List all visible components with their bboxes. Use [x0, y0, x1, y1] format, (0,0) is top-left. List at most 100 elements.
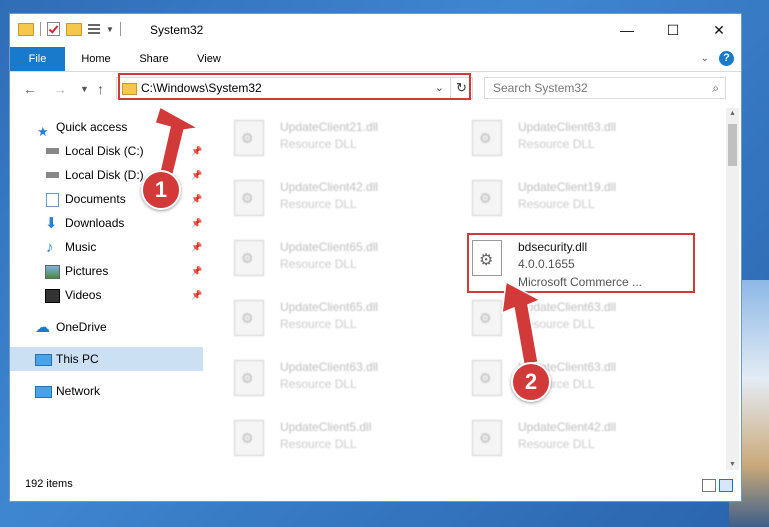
file-type: Resource DLL [280, 137, 357, 151]
file-highlight-box [467, 233, 695, 293]
pin-icon[interactable]: 📌 [191, 187, 202, 211]
maximize-button[interactable]: ☐ [650, 14, 696, 47]
file-name: UpdateClient63.dll [518, 120, 617, 134]
file-name: UpdateClient42.dll [518, 420, 617, 434]
sidebar-item-quick-access[interactable]: ★ Quick access [10, 115, 203, 139]
list-item[interactable]: UpdateClient63.dll Resource DLL [444, 114, 664, 162]
tab-home[interactable]: Home [70, 47, 122, 71]
drive-icon [46, 148, 59, 154]
pin-icon[interactable]: 📌 [191, 211, 202, 235]
file-name: UpdateClient63.dll [280, 360, 379, 374]
list-item[interactable]: UpdateClient63.dll Resource DLL [206, 354, 426, 402]
sidebar-item-label: Documents [65, 192, 126, 206]
dll-file-icon [472, 300, 502, 336]
tab-file[interactable]: File [10, 47, 65, 71]
close-button[interactable]: ✕ [696, 14, 742, 47]
file-name: UpdateClient5.dll [280, 420, 372, 434]
file-type: Resource DLL [280, 317, 357, 331]
ribbon-tabs: File Home Share View ⌄ ? [10, 47, 741, 72]
dll-file-icon [234, 420, 264, 456]
properties-check-icon[interactable] [47, 22, 60, 36]
quick-access-toolbar: ▼ [18, 22, 121, 36]
pin-icon[interactable]: 📌 [191, 259, 202, 283]
scroll-down-icon[interactable]: ▼ [726, 461, 739, 468]
pin-icon[interactable]: 📌 [191, 163, 202, 187]
minimize-button[interactable]: — [604, 14, 650, 47]
list-item[interactable]: UpdateClient5.dll Resource DLL [206, 414, 426, 462]
large-icons-view-icon[interactable] [719, 479, 733, 492]
step-1-badge: 1 [141, 170, 181, 210]
dll-file-icon [234, 360, 264, 396]
search-placeholder: Search System32 [493, 81, 588, 95]
divider [40, 22, 41, 36]
item-count: 192 items [25, 478, 73, 490]
dll-file-icon [472, 360, 502, 396]
help-icon[interactable]: ? [719, 51, 734, 66]
scroll-thumb[interactable] [728, 124, 737, 166]
network-icon [35, 386, 52, 398]
sidebar-item-music[interactable]: ♪ Music 📌 [10, 235, 203, 259]
sidebar-item-videos[interactable]: Videos 📌 [10, 283, 203, 307]
file-explorer-window: ▼ System32 — ☐ ✕ File Home Share View ⌄ … [9, 13, 742, 502]
search-icon: ⌕ [712, 81, 719, 95]
file-name: UpdateClient21.dll [280, 120, 379, 134]
sidebar-item-label: Pictures [65, 264, 109, 278]
sidebar-item-downloads[interactable]: ⬇ Downloads 📌 [10, 211, 203, 235]
navigation-pane: ★ Quick access Local Disk (C:) 📌 Local D… [10, 106, 206, 470]
vertical-scrollbar[interactable]: ▲ ▼ [726, 108, 739, 470]
dll-file-icon [234, 180, 264, 216]
list-item[interactable]: UpdateClient63.dll Resource DLL [444, 294, 664, 342]
customize-dropdown-icon[interactable]: ▼ [106, 25, 114, 34]
sidebar-item-local-disk-c[interactable]: Local Disk (C:) 📌 [10, 139, 203, 163]
downloads-icon: ⬇ [45, 215, 58, 232]
drive-icon [46, 172, 59, 178]
step-2-badge: 2 [511, 362, 551, 402]
list-item[interactable]: UpdateClient63.dll Resource DLL [444, 354, 664, 402]
dll-file-icon [234, 300, 264, 336]
sidebar-item-label: This PC [56, 352, 99, 366]
tab-view[interactable]: View [186, 47, 232, 71]
list-item[interactable]: UpdateClient21.dll Resource DLL [206, 114, 426, 162]
file-type: Resource DLL [518, 137, 595, 151]
sidebar-item-network[interactable]: Network [10, 379, 203, 403]
sidebar-item-onedrive[interactable]: ☁ OneDrive [10, 315, 203, 339]
sidebar-item-label: Local Disk (D:) [65, 168, 144, 182]
back-arrow-icon[interactable]: ← [23, 81, 37, 97]
forward-arrow-icon[interactable]: → [53, 81, 67, 97]
cloud-icon: ☁ [35, 319, 50, 336]
file-name: UpdateClient65.dll [280, 300, 379, 314]
sidebar-item-this-pc[interactable]: This PC [10, 347, 203, 371]
sidebar-item-label: Quick access [56, 120, 128, 134]
list-item[interactable]: UpdateClient19.dll Resource DLL [444, 174, 664, 222]
scroll-up-icon[interactable]: ▲ [726, 110, 739, 117]
list-item[interactable]: UpdateClient42.dll Resource DLL [206, 174, 426, 222]
recent-locations-icon[interactable]: ▼ [80, 84, 89, 94]
sidebar-item-pictures[interactable]: Pictures 📌 [10, 259, 203, 283]
file-type: Resource DLL [280, 197, 357, 211]
tab-share[interactable]: Share [129, 47, 179, 71]
chevron-down-icon[interactable]: ⌄ [701, 53, 709, 64]
list-item[interactable]: UpdateClient65.dll Resource DLL [206, 294, 426, 342]
file-type: Resource DLL [280, 257, 357, 271]
pin-icon[interactable]: 📌 [191, 139, 202, 163]
search-input[interactable]: Search System32 ⌕ [484, 77, 726, 99]
sidebar-item-label: OneDrive [56, 320, 107, 334]
star-icon: ★ [37, 124, 49, 139]
file-type: Resource DLL [518, 197, 595, 211]
address-highlight-box [118, 73, 471, 100]
status-bar: 192 items [10, 469, 741, 501]
music-icon: ♪ [46, 239, 54, 256]
pin-icon[interactable]: 📌 [191, 283, 202, 307]
properties-icon[interactable] [88, 23, 100, 35]
divider [119, 22, 121, 36]
pin-icon[interactable]: 📌 [191, 235, 202, 259]
list-item[interactable]: UpdateClient65.dll Resource DLL [206, 234, 426, 282]
file-type: Resource DLL [518, 437, 595, 451]
sidebar-item-label: Music [65, 240, 97, 254]
details-view-icon[interactable] [702, 479, 716, 492]
new-folder-icon[interactable] [66, 22, 82, 36]
folder-icon [18, 22, 34, 36]
list-item[interactable]: UpdateClient42.dll Resource DLL [444, 414, 664, 462]
up-arrow-icon[interactable]: ↑ [97, 81, 104, 97]
documents-icon [46, 193, 59, 207]
